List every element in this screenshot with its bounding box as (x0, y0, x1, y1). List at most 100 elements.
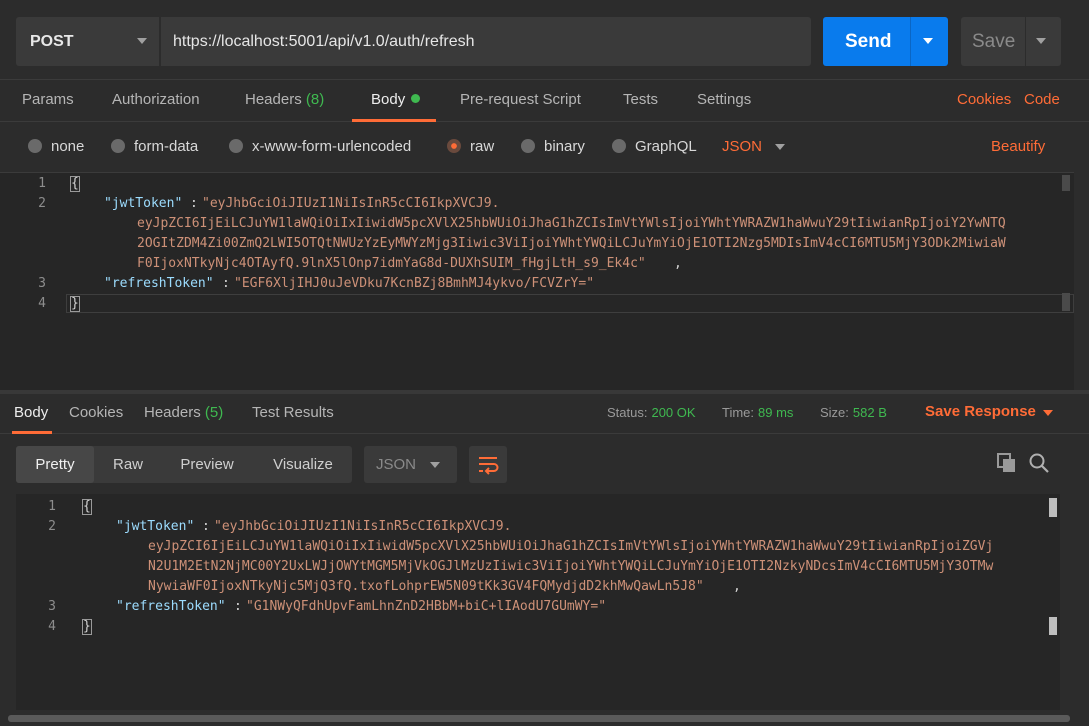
viewer-scrollbar-thumb[interactable] (1049, 498, 1057, 517)
tab-headers-label: Headers (245, 91, 302, 108)
pretty-button[interactable]: Pretty (16, 446, 94, 483)
json-value-jwt-2: eyJpZCI6IjEiLCJuYW1laWQiOiIxIiwidW5pcXVl… (148, 539, 994, 554)
code-link[interactable]: Code (1024, 91, 1060, 108)
horizontal-scrollbar-thumb[interactable] (8, 715, 1070, 722)
time-meta: Time: 89 ms (722, 405, 793, 420)
cookies-link[interactable]: Cookies (957, 91, 1011, 108)
save-response-button[interactable]: Save Response (925, 403, 1036, 420)
tab-response-cookies[interactable]: Cookies (69, 404, 123, 421)
json-value-refresh: "G1NWyQFdhUpvFamLhnZnD2HBbM+biC+lIAodU7G… (246, 599, 607, 614)
tab-authorization[interactable]: Authorization (112, 91, 200, 108)
save-button[interactable]: Save (961, 17, 1061, 66)
tab-params[interactable]: Params (22, 91, 74, 108)
copy-icon[interactable] (996, 452, 1018, 474)
search-icon[interactable] (1028, 452, 1050, 474)
editor-scrollbar-thumb[interactable] (1062, 293, 1070, 311)
radio-binary[interactable]: binary (521, 138, 585, 158)
radio-label: raw (470, 138, 495, 155)
radio-raw[interactable]: raw (447, 138, 494, 158)
tab-response-headers-label: Headers (144, 404, 201, 421)
chevron-down-icon[interactable] (775, 144, 785, 150)
response-toolbar: Pretty Raw Preview Visualize JSON (0, 434, 1074, 494)
url-input[interactable]: https://localhost:5001/api/v1.0/auth/ref… (160, 17, 811, 66)
tab-settings[interactable]: Settings (697, 91, 751, 108)
tab-headers[interactable]: Headers (8) (245, 91, 324, 108)
radio-circle-selected (447, 139, 461, 153)
json-value-jwt-3: 2OGItZDM4Zi00ZmQ2LWI5OTQtNWUzYzEyMWYzMjg… (137, 236, 1006, 251)
json-brace-close: } (82, 619, 92, 635)
horizontal-scrollbar[interactable] (0, 712, 1089, 726)
radio-none[interactable]: none (28, 138, 84, 158)
current-line-highlight (66, 294, 1074, 313)
send-button[interactable]: Send (823, 17, 948, 66)
pane-scrollbar[interactable] (1074, 172, 1089, 712)
save-label: Save (972, 31, 1016, 52)
line-number: 4 (48, 619, 56, 634)
editor-scrollbar-thumb[interactable] (1062, 175, 1070, 191)
viewer-scrollbar-thumb[interactable] (1049, 617, 1057, 635)
radio-form-data[interactable]: form-data (111, 138, 198, 158)
preview-button[interactable]: Preview (166, 446, 248, 483)
line-number: 2 (48, 519, 56, 534)
body-type-row: none form-data x-www-form-urlencoded raw… (0, 122, 1089, 172)
size-value: 582 B (852, 405, 887, 420)
format-select[interactable]: JSON (364, 446, 457, 483)
radio-label: none (51, 138, 85, 155)
raw-button[interactable]: Raw (100, 446, 156, 483)
radio-urlencoded[interactable]: x-www-form-urlencoded (229, 138, 411, 158)
body-indicator-dot (411, 94, 421, 103)
method-select[interactable]: POST (16, 17, 159, 66)
radio-label: x-www-form-urlencoded (252, 138, 412, 155)
json-key-jwt: "jwtToken" (116, 519, 195, 534)
json-value-refresh: "EGF6XljIHJ0uJeVDku7KcnBZj8BmhMJ4ykvo/FC… (234, 276, 595, 291)
headers-count: (5) (204, 404, 224, 421)
tab-tests[interactable]: Tests (623, 91, 658, 108)
format-label: JSON (376, 456, 417, 473)
json-value-jwt-4: NywiaWF0IjoxNTkyNjc5MjQ3fQ.txofLohprEW5N… (148, 579, 704, 594)
radio-circle (612, 139, 626, 153)
tab-response-headers[interactable]: Headers (5) (144, 404, 223, 421)
json-brace-close: } (70, 296, 80, 312)
language-select[interactable]: JSON (722, 138, 762, 155)
send-label: Send (845, 31, 892, 52)
response-body-viewer[interactable]: 1 2 3 4 { "jwtToken" : "eyJhbGciOiJIUzI1… (16, 494, 1060, 710)
chevron-down-icon (430, 462, 440, 468)
radio-circle (229, 139, 243, 153)
json-brace-open: { (70, 176, 80, 192)
radio-label: binary (544, 138, 585, 155)
visualize-button[interactable]: Visualize (260, 446, 346, 483)
radio-circle (111, 139, 125, 153)
tab-prerequest-script[interactable]: Pre-request Script (460, 91, 581, 108)
tab-test-results[interactable]: Test Results (252, 404, 334, 421)
headers-count: (8) (305, 91, 325, 108)
radio-circle (521, 139, 535, 153)
json-colon: : (234, 599, 242, 614)
view-mode-group: Pretty Raw Preview Visualize (16, 446, 352, 483)
tab-body-label: Body (371, 91, 406, 108)
radio-circle (28, 139, 42, 153)
status-label: Status: (607, 405, 648, 420)
tab-body[interactable]: Body (371, 91, 421, 108)
radio-graphql[interactable]: GraphQL (612, 138, 697, 158)
beautify-link[interactable]: Beautify (991, 138, 1045, 155)
json-colon: : (190, 196, 198, 211)
size-label: Size: (820, 405, 849, 420)
json-comma: , (674, 256, 682, 271)
chevron-down-icon[interactable] (1043, 410, 1053, 416)
json-key-jwt: "jwtToken" (104, 196, 183, 211)
chevron-down-icon[interactable] (923, 38, 933, 44)
chevron-down-icon (137, 38, 147, 44)
line-number: 2 (38, 196, 46, 211)
chevron-down-icon[interactable] (1036, 38, 1046, 44)
line-number: 3 (48, 599, 56, 614)
json-key-refresh: "refreshToken" (104, 276, 214, 291)
json-value-jwt-4: F0IjoxNTkyNjc4OTAyfQ.9lnX5lOnp7idmYaG8d-… (137, 256, 646, 271)
request-bar: POST https://localhost:5001/api/v1.0/aut… (0, 0, 1089, 80)
save-divider (1025, 17, 1026, 66)
wrap-lines-button[interactable] (469, 446, 507, 483)
json-colon: : (202, 519, 210, 534)
tab-response-body[interactable]: Body (14, 404, 48, 421)
json-value-jwt-3: N2U1M2EtN2NjMC00Y2UxLWJjOWYtMGM5MjVkOGJl… (148, 559, 994, 574)
line-number: 1 (48, 499, 56, 514)
request-body-editor[interactable]: 1 2 3 4 { "jwtToken" : "eyJhbGciOiJIUzI1… (0, 172, 1074, 390)
